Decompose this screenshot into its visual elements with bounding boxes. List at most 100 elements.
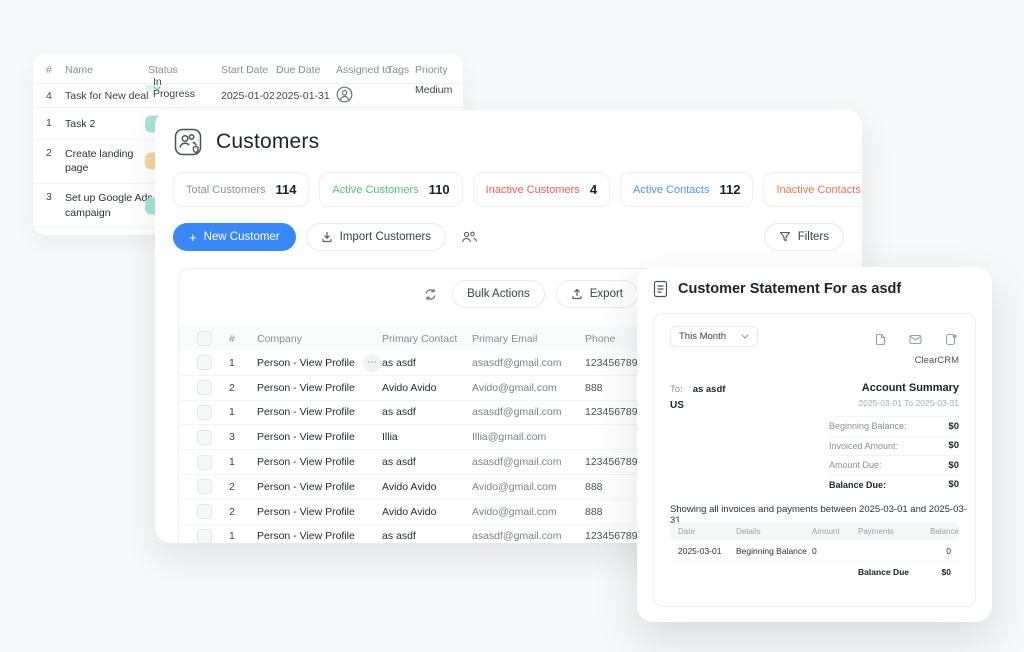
company-link[interactable]: Person - View Profile xyxy=(257,456,355,468)
task-number: 4 xyxy=(46,90,52,102)
company-link[interactable]: Person - View Profile xyxy=(257,530,355,542)
filters-button[interactable]: Filters xyxy=(764,223,844,251)
cell-company: Person - View Profile xyxy=(257,382,382,394)
summary-value: $0 xyxy=(948,460,959,471)
file-icon xyxy=(875,333,886,346)
company-link[interactable]: Person - View Profile xyxy=(257,382,355,394)
import-customers-label: Import Customers xyxy=(340,231,431,243)
company-link[interactable]: Person - View Profile xyxy=(257,506,355,518)
header-checkbox[interactable] xyxy=(197,331,212,346)
row-checkbox[interactable] xyxy=(197,380,212,395)
import-customers-button[interactable]: Import Customers xyxy=(306,223,446,251)
row-checkbox[interactable] xyxy=(197,355,212,370)
statement-card: This Month xyxy=(653,313,976,607)
assignee-avatar-icon[interactable] xyxy=(336,86,353,103)
mini-footer-label: Balance Due xyxy=(858,567,930,577)
chevron-down-icon xyxy=(415,88,423,93)
cell-contact: as asdf xyxy=(382,357,472,369)
company-link[interactable]: Person - View Profile xyxy=(257,431,355,443)
stat-label: Inactive Contacts xyxy=(776,184,860,196)
new-customer-label: New Customer xyxy=(204,231,280,243)
account-summary-title: Account Summary xyxy=(862,382,959,394)
cell-contact: Avido Avido xyxy=(382,481,472,493)
row-checkbox[interactable] xyxy=(197,504,212,519)
cell-email: Avido@gmail.com xyxy=(472,506,585,518)
refresh-button[interactable] xyxy=(420,284,441,305)
stat-value: 114 xyxy=(275,182,296,197)
row-menu-button[interactable]: ⋯ xyxy=(363,354,381,372)
mini-cell: 0 xyxy=(812,546,858,556)
cell-contact: as asdf xyxy=(382,456,472,468)
statement-panel: Customer Statement For as asdf This Mont… xyxy=(637,267,992,622)
plus-icon: + xyxy=(189,233,197,242)
new-customer-button[interactable]: + New Customer xyxy=(173,223,296,251)
period-select[interactable]: This Month xyxy=(670,326,758,347)
download-pdf-button[interactable] xyxy=(871,329,890,350)
cell-company: Person - View Profile xyxy=(257,456,382,468)
refresh-icon xyxy=(424,288,437,301)
task-number: 2 xyxy=(46,147,52,159)
statement-actions xyxy=(871,329,961,350)
column-header: # xyxy=(229,333,257,345)
export-button[interactable]: Export xyxy=(556,280,638,308)
row-checkbox[interactable] xyxy=(197,479,212,494)
cell-email: Illia@gmail.com xyxy=(472,431,585,443)
task-number: 3 xyxy=(46,191,52,203)
cell-number: 1 xyxy=(229,406,257,418)
filter-funnel-icon xyxy=(779,231,791,243)
column-header: Company xyxy=(257,333,382,345)
row-checkbox[interactable] xyxy=(197,529,212,543)
company-link[interactable]: Person - View Profile xyxy=(257,481,355,493)
row-checkbox[interactable] xyxy=(197,455,212,470)
task-number: 1 xyxy=(46,117,52,129)
statement-header: Customer Statement For as asdf xyxy=(653,280,901,298)
mini-column-header: Date xyxy=(678,527,736,536)
page-title: Customers xyxy=(216,130,319,154)
row-checkbox[interactable] xyxy=(197,430,212,445)
cell-company: Person - View Profile xyxy=(257,431,382,443)
send-to-phone-button[interactable] xyxy=(941,329,961,350)
email-statement-button[interactable] xyxy=(905,330,926,349)
stat-value: 112 xyxy=(719,182,740,197)
stat-label: Inactive Customers xyxy=(486,184,580,196)
company-link[interactable]: Person - View Profile xyxy=(257,406,355,418)
cell-company: Person - View Profile xyxy=(257,406,382,418)
summary-value: $0 xyxy=(948,421,959,432)
export-label: Export xyxy=(590,288,623,300)
mini-column-header: Details xyxy=(736,527,812,536)
summary-label: Amount Due: xyxy=(829,460,882,470)
merge-contacts-button[interactable] xyxy=(456,226,482,248)
cell-number: 2 xyxy=(229,506,257,518)
mini-cell: 2025-03-01 xyxy=(678,546,736,556)
download-icon xyxy=(321,231,333,243)
stat-card: Total Customers114 xyxy=(173,172,309,207)
bulk-actions-button[interactable]: Bulk Actions xyxy=(452,280,545,308)
summary-label: Invoiced Amount: xyxy=(829,441,898,451)
cell-email: asasdf@gmail.com xyxy=(472,530,585,542)
summary-label: Beginning Balance: xyxy=(829,421,907,431)
stat-label: Active Contacts xyxy=(633,184,709,196)
summary-row: Balance Due:$0 xyxy=(829,475,959,495)
stats-row: Total Customers114 Active Customers110 Ina… xyxy=(173,172,862,207)
statement-table-footer: Balance Due$0 xyxy=(670,562,959,581)
stat-card: Inactive Customers4 xyxy=(473,172,610,207)
status-dropdown[interactable]: In Progress xyxy=(145,85,161,91)
stat-value: 110 xyxy=(429,182,450,197)
company-link[interactable]: Person - View Profile xyxy=(257,357,355,369)
cell-email: asasdf@gmail.com xyxy=(472,357,585,369)
cell-number: 3 xyxy=(229,431,257,443)
column-header-start-date: Start Date xyxy=(221,64,268,76)
column-header-name: Name xyxy=(65,64,93,76)
filters-label: Filters xyxy=(798,231,829,243)
cell-contact: Avido Avido xyxy=(382,382,472,394)
customers-header: Customers xyxy=(173,127,319,157)
start-date: 2025-01-02 xyxy=(221,90,275,102)
stat-card: Active Customers110 xyxy=(319,172,462,207)
summary-row: Amount Due: $0 xyxy=(829,455,959,475)
statement-table-header: DateDetailsAmountPaymentsBalance xyxy=(670,522,959,540)
cell-contact: Illia xyxy=(382,431,472,443)
mini-column-header: Balance xyxy=(930,527,959,536)
mini-cell: 0 xyxy=(930,546,951,556)
row-checkbox[interactable] xyxy=(197,405,212,420)
period-select-value: This Month xyxy=(679,331,726,342)
